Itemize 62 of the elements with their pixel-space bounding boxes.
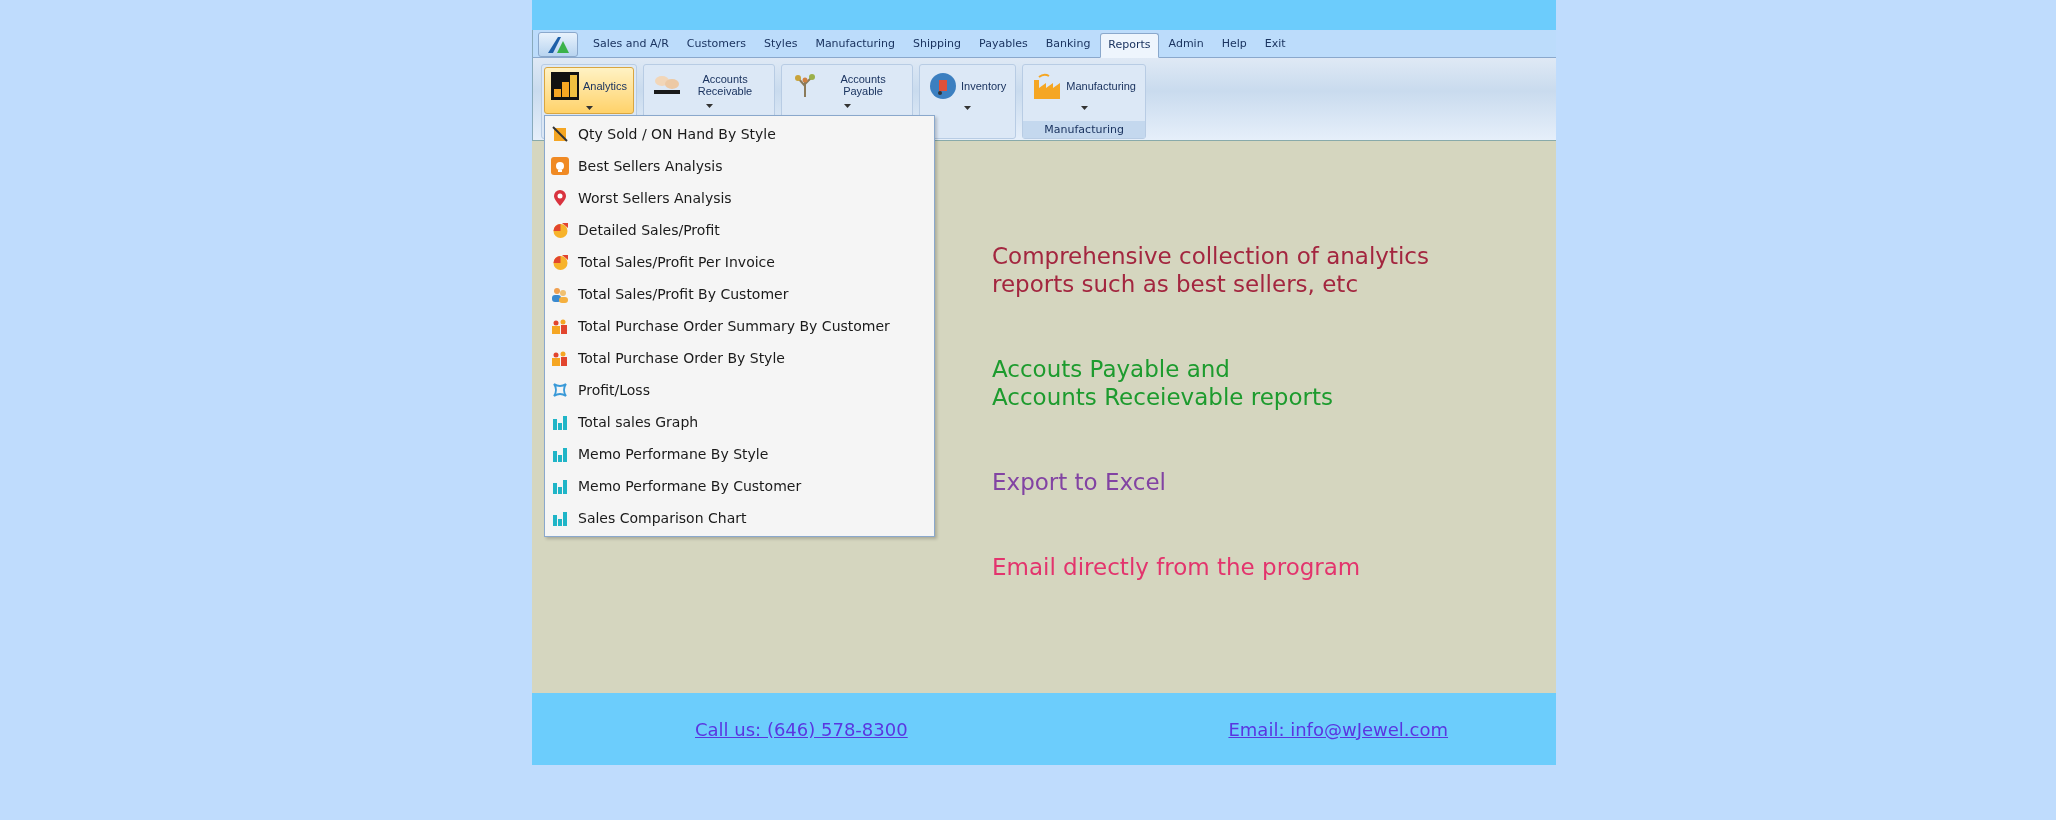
cart-icon [929, 72, 958, 100]
menu-item[interactable]: Total Sales/Profit By Customer [545, 278, 934, 310]
ribbon-button-label: Manufacturing [1066, 80, 1136, 92]
ribbon-button-label: Accounts Receivable [696, 73, 754, 97]
factory-icon [1032, 72, 1063, 100]
menu-item[interactable]: Worst Sellers Analysis [545, 182, 934, 214]
menu-item[interactable]: Detailed Sales/Profit [545, 214, 934, 246]
menu-tab[interactable]: Styles [756, 32, 806, 57]
menu-tab[interactable]: Banking [1037, 32, 1099, 57]
menu-item[interactable]: Qty Sold / ON Hand By Style [545, 118, 934, 150]
crossed-box-icon [552, 126, 568, 142]
menu-tab[interactable]: Reports [1100, 33, 1159, 58]
menu-tab[interactable]: Sales and A/R [585, 32, 677, 57]
menu-item[interactable]: Sales Comparison Chart [545, 502, 934, 534]
menu-tab[interactable]: Manufacturing [807, 32, 904, 57]
menu-tab[interactable]: Payables [971, 32, 1036, 57]
menu-tab[interactable]: Help [1213, 32, 1255, 57]
feature-text: Email directly from the program [992, 553, 1362, 581]
ribbon-button-label: Analytics [583, 80, 628, 92]
bar-chart-icon [552, 446, 568, 462]
feature-text: Comprehensive collection of analytics reports such as best sellers, etc [992, 242, 1430, 298]
menu-tab[interactable]: Admin [1160, 32, 1212, 57]
frame-icon [552, 382, 568, 398]
ribbon-button[interactable]: Analytics [544, 67, 635, 114]
bar-chart-icon [552, 414, 568, 430]
ribbon-button[interactable]: Manufacturing [1025, 67, 1143, 114]
app-logo-button[interactable] [538, 32, 578, 57]
menu-tab[interactable]: Exit [1256, 32, 1294, 57]
trophy-icon [551, 157, 569, 175]
ribbon-button[interactable]: Accounts Receivable [646, 67, 773, 112]
menu-item[interactable]: Total Purchase Order By Style [545, 342, 934, 374]
menu-item[interactable]: Best Sellers Analysis [545, 150, 934, 182]
ribbon-button-label: Inventory [961, 80, 1007, 92]
ribbon-button-label: Accounts Payable [839, 73, 887, 97]
menu-item[interactable]: Memo Performane By Style [545, 438, 934, 470]
ribbon-group-label: Manufacturing [1023, 121, 1145, 138]
menu-tab[interactable]: Customers [678, 32, 754, 57]
pie-chart-icon [551, 253, 569, 271]
caret-icon [705, 104, 713, 108]
menu-item[interactable]: Total sales Graph [545, 406, 934, 438]
menu-tab[interactable]: Shipping [905, 32, 970, 57]
feature-text: Export to Excel [992, 468, 1167, 496]
group-icon [551, 350, 569, 366]
menu-item[interactable]: Total Purchase Order Summary By Customer [545, 310, 934, 342]
menu-item[interactable]: Total Sales/Profit Per Invoice [545, 246, 934, 278]
phone-link[interactable]: Call us: (646) 578-8300 [695, 718, 908, 740]
logo-icon [545, 34, 571, 55]
bar-chart-icon [552, 478, 568, 494]
bar-chart-icon [551, 72, 579, 100]
location-pin-icon [553, 189, 567, 207]
caret-icon [843, 104, 851, 108]
pie-chart-icon [551, 221, 569, 239]
caret-icon [1080, 106, 1088, 110]
people-icon [551, 285, 569, 303]
menu-item[interactable]: Profit/Loss [545, 374, 934, 406]
feature-text: Accouts Payable and Accounts Receievable reports [992, 355, 1334, 411]
menu-item[interactable]: Memo Performane By Customer [545, 470, 934, 502]
caret-icon [585, 106, 593, 110]
bar-chart-icon [552, 510, 568, 526]
group-icon [551, 318, 569, 334]
caret-icon [964, 106, 972, 110]
email-link[interactable]: Email: info@wJewel.com [1228, 718, 1448, 740]
